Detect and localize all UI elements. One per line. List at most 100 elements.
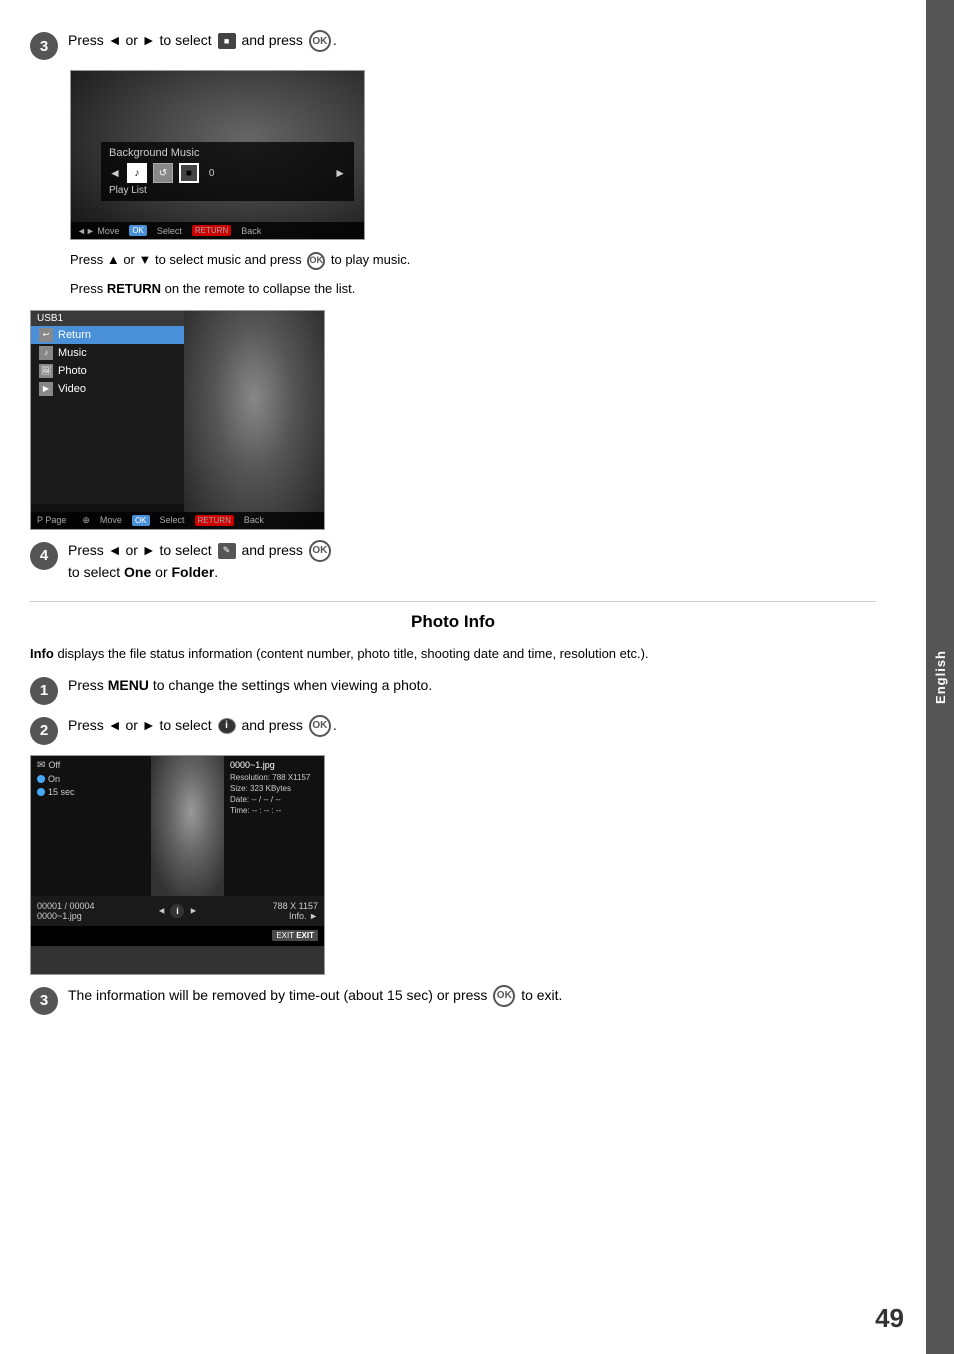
bg-music-screen: Background Music ◄ ♪ ↺ ■ 0 ► Play List ◄… xyxy=(70,70,365,240)
step3-and-press: and press xyxy=(241,32,302,48)
dot-active xyxy=(37,775,45,783)
step3-or: or xyxy=(125,32,137,48)
step3-photo-text2: to exit. xyxy=(521,987,562,1003)
step3-top-row: 3 Press ◄ or ► to select ■ and press OK. xyxy=(30,30,876,60)
pi-15sec-label: 15 sec xyxy=(48,787,75,797)
step3-arrow-right: ► xyxy=(142,32,160,48)
icon-fill: ■ xyxy=(179,163,199,183)
step4-or: or xyxy=(125,542,137,558)
step3-photo-text1: The information will be removed by time-… xyxy=(68,987,487,1003)
step4-circle: 4 xyxy=(30,542,58,570)
step3-ok: OK xyxy=(309,30,331,52)
screen1-ok: OK xyxy=(129,225,147,236)
video-icon: ▶ xyxy=(39,382,53,396)
usb-item-return: ↩ Return xyxy=(31,326,186,344)
info-body: displays the file status information (co… xyxy=(54,646,649,661)
side-tab: English xyxy=(926,0,954,1354)
step1-photo-text: Press MENU to change the settings when v… xyxy=(68,675,876,696)
exit-text: EXIT xyxy=(296,931,314,940)
pi-res-display: 788 X 1157 Info. ► xyxy=(230,901,318,921)
usb-music-label: Music xyxy=(58,347,87,359)
usb-select: Select xyxy=(160,515,185,525)
usb-move-label: Move xyxy=(100,515,122,525)
pi-item-timer: 15 sec xyxy=(37,787,145,797)
pi-nav-icon: i xyxy=(170,904,184,918)
usb-bar: P Page ⊕ Move OK Select RETURN Back xyxy=(31,512,324,529)
pi-date-value: -- / -- / -- xyxy=(251,795,280,804)
step3-arrow-left: ◄ xyxy=(108,32,126,48)
dot-active2 xyxy=(37,788,45,796)
info-text2: Press RETURN on the remote to collapse t… xyxy=(70,279,876,300)
pi-resolution-row: Resolution: 788 X1157 xyxy=(230,773,318,782)
usb-menu: ↩ Return ♪ Music 🖼 Photo ▶ Video xyxy=(31,326,186,504)
step2-photo-circle: 2 xyxy=(30,717,58,745)
pi-top: ✉ Off On 15 sec xyxy=(31,756,324,896)
pi-resolution-label: Resolution: xyxy=(230,773,270,782)
pi-info-btn: Info. xyxy=(289,911,307,921)
pi-nav-arrows2: ► xyxy=(189,905,198,915)
pi-nav: ◄ i ► xyxy=(133,904,221,918)
usb-ok: OK xyxy=(132,515,150,526)
step4-to-select2: to select xyxy=(68,564,120,580)
section-divider xyxy=(30,601,876,602)
pi-right-panel: 0000~1.jpg Resolution: 788 X1157 Size: 3… xyxy=(224,756,324,896)
step3-photo-text: The information will be removed by time-… xyxy=(68,985,876,1007)
usb-page: P Page xyxy=(37,515,66,525)
step2-photo-row: 2 Press ◄ or ► to select i and press OK. xyxy=(30,715,876,745)
pi-count-text: 00001 / 00004 xyxy=(37,901,125,911)
photo-info-screen: ✉ Off On 15 sec xyxy=(30,755,325,975)
music-icon: ♪ xyxy=(39,346,53,360)
page-number: 49 xyxy=(875,1303,904,1334)
usb-back: Back xyxy=(244,515,264,525)
pi-off-label: Off xyxy=(48,760,60,770)
info-description: Info displays the file status informatio… xyxy=(30,644,876,665)
step4-to-select: to select xyxy=(160,542,212,558)
bg-music-title: Background Music xyxy=(109,147,346,159)
pi-size-label: Size: xyxy=(230,784,248,793)
pi-item-rotate: On xyxy=(37,774,145,784)
screen1-bar: ◄► Move OK Select RETURN Back xyxy=(71,222,364,239)
photo-icon: 🖼 xyxy=(39,364,53,378)
icon-music: ♪ xyxy=(127,163,147,183)
screen1-back: Back xyxy=(241,226,261,236)
pi-on-label: On xyxy=(48,774,60,784)
pi-resolution-value: 788 X1157 xyxy=(272,773,310,782)
usb-move: ⊕ xyxy=(82,515,90,526)
usb-label: USB1 xyxy=(37,313,63,324)
step2-arrow-left: ◄ xyxy=(108,717,126,733)
step4-icon: ✎ xyxy=(218,543,236,559)
pi-file-text: 0000~1.jpg xyxy=(37,911,125,921)
screen1-move: ◄► Move xyxy=(77,226,119,236)
step3-photo-ok: OK xyxy=(493,985,515,1007)
usb-photo-label: Photo xyxy=(58,365,87,377)
step2-and-press: and press xyxy=(241,717,302,733)
step1-press: Press xyxy=(68,677,104,693)
screen1-return: RETURN xyxy=(192,225,231,236)
side-tab-label: English xyxy=(933,650,948,704)
step2-ok: OK xyxy=(309,715,331,737)
icon-row: ◄ ♪ ↺ ■ 0 ► xyxy=(109,163,346,183)
pi-center-photo xyxy=(151,756,224,896)
step3-photo-circle: 3 xyxy=(30,987,58,1015)
info-text1: Press ▲ or ▼ to select music and press O… xyxy=(70,250,876,271)
step4-ok: OK xyxy=(309,540,331,562)
ok-circle-small: OK xyxy=(307,252,325,270)
usb-video-label: Video xyxy=(58,383,86,395)
usb-item-video: ▶ Video xyxy=(31,380,186,398)
email-icon: ✉ xyxy=(37,760,45,771)
usb-item-music: ♪ Music xyxy=(31,344,186,362)
screen1-select: Select xyxy=(157,226,182,236)
pi-left-panel: ✉ Off On 15 sec xyxy=(31,756,151,896)
step2-press: Press xyxy=(68,717,104,733)
pi-bottom: 00001 / 00004 0000~1.jpg ◄ i ► 788 X 115… xyxy=(31,896,324,926)
step3-press: Press xyxy=(68,32,104,48)
step1-menu: MENU xyxy=(108,677,153,693)
step3-icon: ■ xyxy=(218,33,236,49)
pi-exit-btn: EXIT EXIT xyxy=(272,930,318,941)
info-lead: Info xyxy=(30,646,54,661)
section-title: Photo Info xyxy=(30,612,876,632)
step3-circle: 3 xyxy=(30,32,58,60)
usb-return-label: Return xyxy=(58,329,91,341)
pi-res-text: 788 X 1157 xyxy=(230,901,318,911)
bg-music-overlay: Background Music ◄ ♪ ↺ ■ 0 ► Play List xyxy=(101,142,354,201)
